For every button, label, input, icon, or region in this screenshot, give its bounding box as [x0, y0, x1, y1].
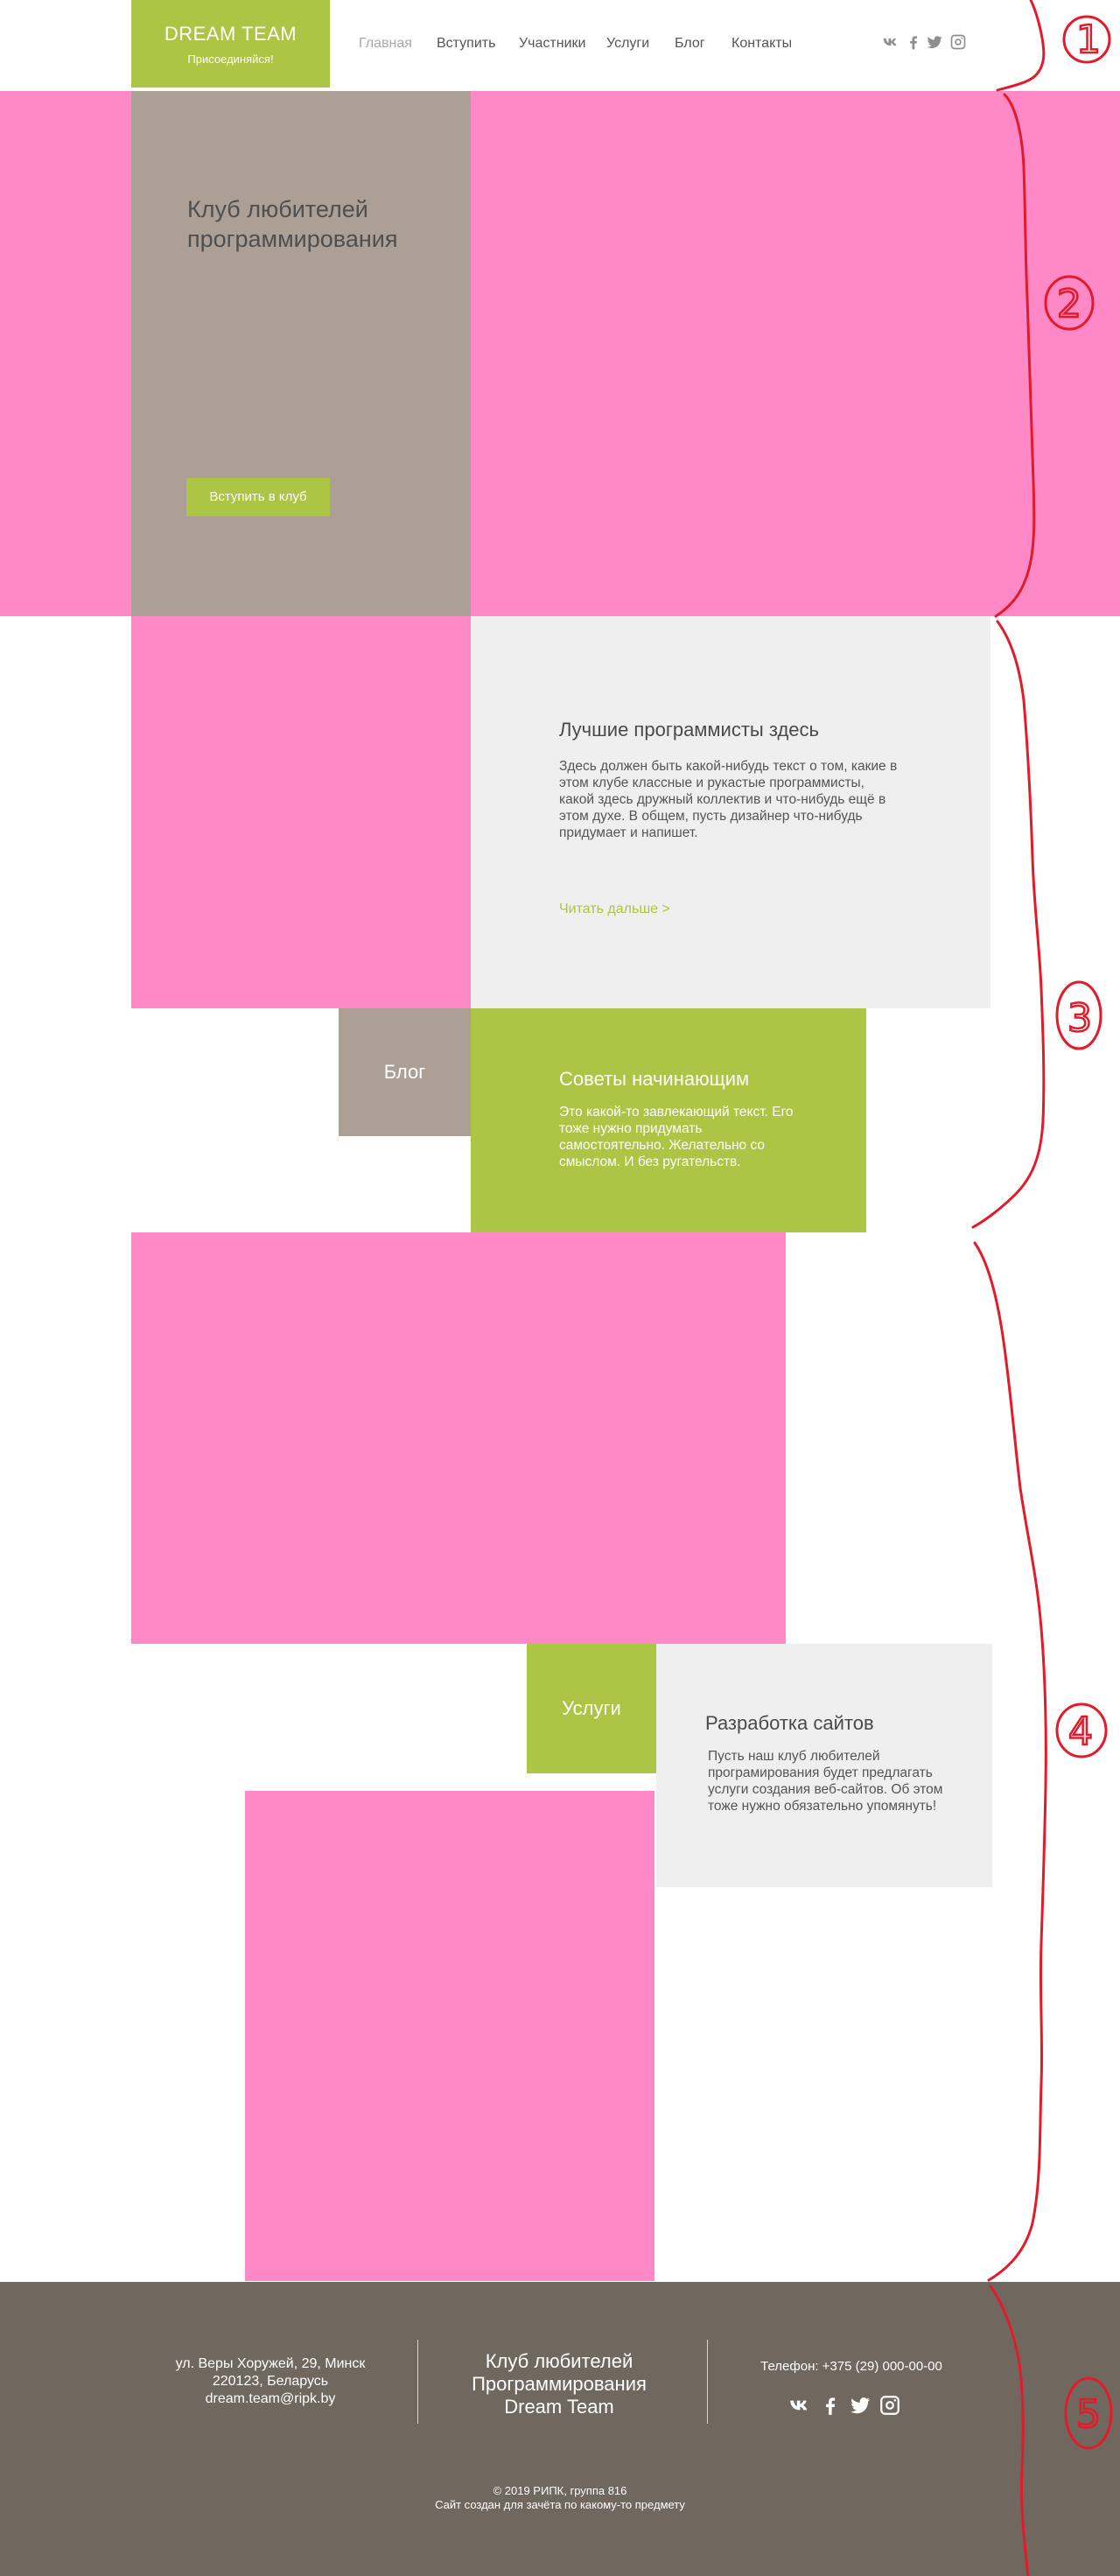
- footer-address: ул. Веры Хоружей, 29, Минск 220123, Бела…: [131, 2355, 410, 2408]
- best-programmers-text: Здесь должен быть какой-нибудь текст о т…: [559, 759, 898, 840]
- hero-title: Клуб любителей программирования: [187, 196, 398, 252]
- beginner-tips-title: Советы начинающим: [559, 1068, 750, 1090]
- web-development-title: Разработка сайтов: [705, 1712, 874, 1734]
- site-note-text: Сайт создан для зачёта по какому-то пред…: [435, 2498, 685, 2511]
- logo[interactable]: DREAM TEAM Присоединяйся!: [131, 0, 330, 88]
- twitter-icon[interactable]: [849, 2394, 872, 2417]
- footer-email[interactable]: dream.team@ripk.by: [131, 2390, 410, 2408]
- join-club-button[interactable]: Вступить в клуб: [186, 478, 330, 516]
- logo-title: DREAM TEAM: [164, 23, 298, 45]
- annotation-label-3: 3: [1068, 996, 1092, 1041]
- best-programmers-title: Лучшие программисты здесь: [559, 719, 819, 741]
- annotation-circle-1: [1062, 15, 1111, 64]
- twitter-icon[interactable]: [926, 33, 943, 53]
- club-name-line3: Dream Team: [504, 2396, 614, 2418]
- nav-item-services[interactable]: Услуги: [606, 36, 649, 52]
- footer-club-name: Клуб любителей Программирования Dream Te…: [418, 2350, 700, 2418]
- annotation-label-4: 4: [1068, 1709, 1093, 1754]
- nav-item-members[interactable]: Участники: [519, 36, 585, 52]
- footer-copyright: © 2019 РИПК, группа 816 Сайт создан для …: [0, 2484, 1120, 2512]
- annotation-label-1: 1: [1076, 18, 1101, 62]
- blog-label-box[interactable]: Блог: [339, 1008, 471, 1136]
- vk-icon[interactable]: [882, 33, 900, 53]
- facebook-icon[interactable]: [905, 33, 922, 53]
- address-line-street: ул. Веры Хоружей, 29, Минск: [175, 2356, 366, 2371]
- footer-divider-right: [707, 2340, 708, 2424]
- club-name-line1: Клуб любителей: [485, 2350, 634, 2372]
- read-more-link[interactable]: Читать дальше >: [559, 902, 670, 917]
- nav-item-contacts[interactable]: Контакты: [732, 36, 792, 52]
- nav-item-blog[interactable]: Блог: [675, 36, 705, 52]
- programmers-image: [131, 616, 471, 1008]
- facebook-icon[interactable]: [819, 2394, 842, 2417]
- beginner-tips-text: Это какой-то завлекающий текст. Его тоже…: [559, 1105, 794, 1169]
- instagram-icon[interactable]: [878, 2394, 901, 2417]
- services-image-small: [245, 1791, 654, 2281]
- services-label-box[interactable]: Услуги: [527, 1644, 656, 1773]
- annotation-bracket-1: [996, 0, 1046, 92]
- services-image-large: [131, 1232, 786, 1644]
- web-development-text: Пусть наш клуб любителей програмирования…: [708, 1749, 943, 1814]
- annotation-circle-4: [1055, 1702, 1108, 1758]
- address-line-city: 220123, Беларусь: [212, 2374, 329, 2389]
- logo-subtitle: Присоединяйся!: [187, 53, 274, 66]
- footer-phone: Телефон: +375 (29) 000-00-00: [760, 2359, 942, 2374]
- instagram-icon[interactable]: [949, 33, 967, 53]
- footer: [0, 2282, 1120, 2576]
- copyright-text: © 2019 РИПК, группа 816: [493, 2484, 627, 2497]
- nav-item-home[interactable]: Главная: [359, 36, 412, 52]
- hero-panel: [131, 91, 471, 616]
- vk-icon[interactable]: [788, 2394, 811, 2417]
- club-name-line2: Программирования: [472, 2373, 647, 2395]
- nav-item-join[interactable]: Вступить: [437, 36, 495, 52]
- annotation-circle-3: [1055, 980, 1102, 1050]
